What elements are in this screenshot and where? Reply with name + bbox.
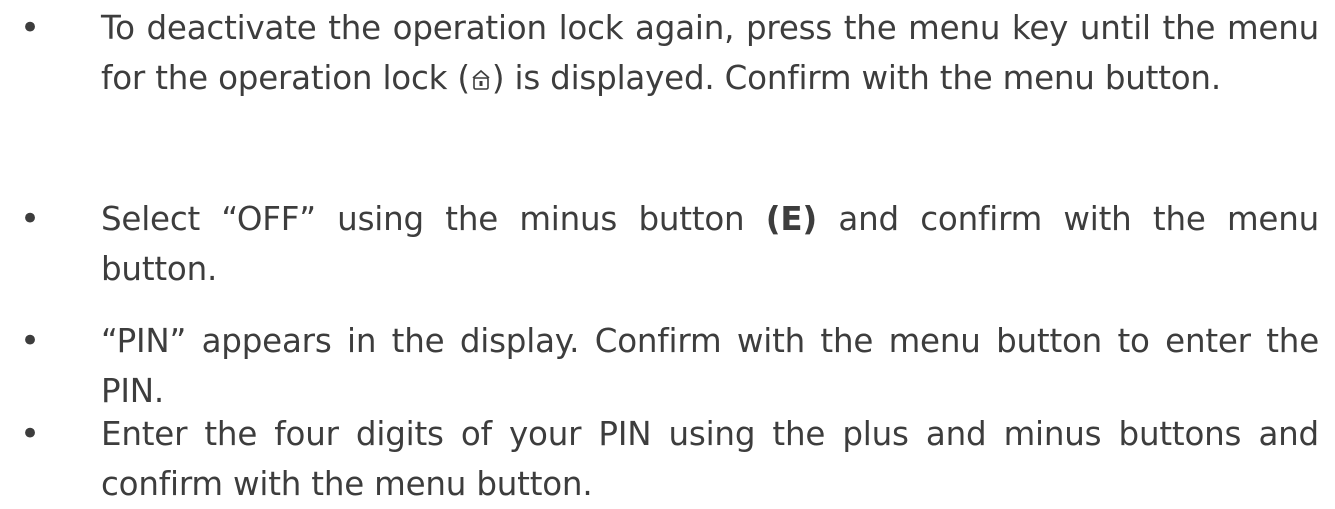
instruction-list: To deactivate the operation lock again, … [0, 0, 1335, 503]
lock-icon [470, 56, 492, 106]
bullet-icon [20, 316, 44, 366]
list-item-text: Enter the four digits of your PIN using … [101, 415, 1319, 503]
button-reference: (E) [765, 200, 818, 238]
bullet-icon [20, 3, 44, 53]
bullet-icon [20, 194, 44, 244]
list-item-text: “PIN” appears in the display. Confirm wi… [101, 322, 1319, 410]
list-item-text: To deactivate the operation lock again, … [101, 3, 1319, 106]
list-item-text: Select “OFF” using the minus button (E) … [101, 200, 1319, 288]
bullet-icon [20, 409, 44, 459]
